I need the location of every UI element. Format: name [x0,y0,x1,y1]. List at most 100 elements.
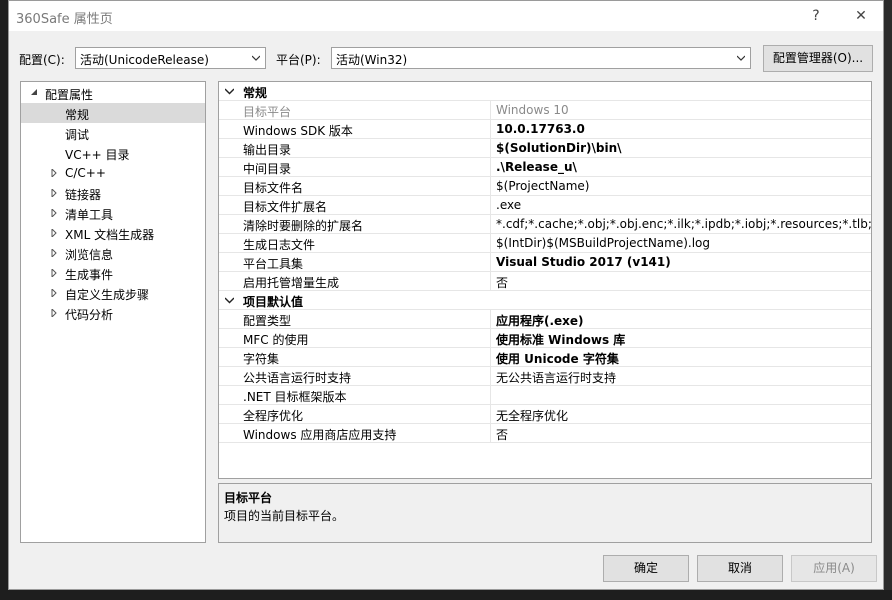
property-name: 字符集 [243,352,280,366]
help-button[interactable]: ? [805,5,827,27]
property-value[interactable]: 10.0.17763.0 [496,122,871,136]
column-divider [490,215,491,234]
collapse-chevron-icon[interactable] [225,296,234,305]
tree-item[interactable]: 浏览信息 [21,243,205,263]
property-row[interactable]: 平台工具集 Visual Studio 2017 (v141) [219,253,871,272]
window-title: 360Safe 属性页 [16,12,113,27]
property-name: 配置类型 [243,314,292,328]
tree-item[interactable]: 代码分析 [21,303,205,323]
property-value[interactable]: 使用 Unicode 字符集 [496,350,871,367]
tree-root-config-properties[interactable]: 配置属性 [21,83,205,103]
tree-item[interactable]: 调试 [21,123,205,143]
property-row[interactable]: 输出目录 $(SolutionDir)\bin\ [219,139,871,158]
property-row[interactable]: 清除时要删除的扩展名 *.cdf;*.cache;*.obj;*.obj.enc;… [219,215,871,234]
property-value[interactable]: Visual Studio 2017 (v141) [496,255,871,269]
tree-root-label: 配置属性 [45,88,94,102]
collapse-chevron-icon[interactable] [225,87,234,96]
tree-item[interactable]: XML 文档生成器 [21,223,205,243]
background-bottom-edge [0,590,892,600]
property-value[interactable]: $(IntDir)$(MSBuildProjectName).log [496,236,871,250]
category-header[interactable]: 项目默认值 [219,291,871,310]
tree-item-label: 生成事件 [65,268,114,282]
category-header[interactable]: 常规 [219,82,871,101]
property-name: .NET 目标框架版本 [243,390,347,404]
property-value[interactable]: $(SolutionDir)\bin\ [496,141,871,155]
property-row[interactable]: 目标文件名 $(ProjectName) [219,177,871,196]
platform-label: 平台(P): [276,53,321,67]
collapsed-arrow-icon[interactable] [50,289,58,297]
property-row[interactable]: 启用托管增量生成 否 [219,272,871,291]
property-value[interactable]: $(ProjectName) [496,179,871,193]
collapsed-arrow-icon[interactable] [50,249,58,257]
collapsed-arrow-icon[interactable] [50,269,58,277]
config-manager-button[interactable]: 配置管理器(O)... [763,45,873,72]
property-row[interactable]: Windows 应用商店应用支持 否 [219,424,871,443]
apply-button[interactable]: 应用(A) [791,555,877,582]
collapsed-arrow-icon[interactable] [50,169,58,177]
tree-item[interactable]: 常规 [21,103,205,123]
property-value[interactable]: Windows 10 [496,103,871,117]
property-row[interactable]: .NET 目标框架版本 [219,386,871,405]
category-title: 常规 [243,86,268,100]
column-divider [490,405,491,424]
property-row[interactable]: 配置类型 应用程序(.exe) [219,310,871,329]
property-value[interactable]: 无公共语言运行时支持 [496,369,871,386]
property-name: 目标文件名 [243,181,304,195]
config-label: 配置(C): [19,53,65,67]
property-row[interactable]: 目标平台 Windows 10 [219,101,871,120]
collapsed-arrow-icon[interactable] [50,229,58,237]
column-divider [490,329,491,348]
column-divider [490,196,491,215]
tree-item[interactable]: 自定义生成步骤 [21,283,205,303]
property-row[interactable]: 字符集 使用 Unicode 字符集 [219,348,871,367]
column-divider [490,234,491,253]
tree-item[interactable]: 清单工具 [21,203,205,223]
tree-item-label: 浏览信息 [65,248,114,262]
config-select[interactable]: 活动(UnicodeRelease) [75,47,266,69]
platform-select[interactable]: 活动(Win32) [331,47,751,69]
ok-button[interactable]: 确定 [603,555,689,582]
tree-item-label: 常规 [65,108,90,122]
property-row[interactable]: MFC 的使用 使用标准 Windows 库 [219,329,871,348]
property-value[interactable]: 否 [496,426,871,443]
property-name: 目标平台 [243,105,292,119]
close-button[interactable]: ✕ [850,5,872,27]
column-divider [490,253,491,272]
cancel-button[interactable]: 取消 [697,555,783,582]
property-row[interactable]: 中间目录 .\Release_u\ [219,158,871,177]
property-value[interactable]: 应用程序(.exe) [496,312,871,329]
column-divider [490,177,491,196]
property-row[interactable]: 目标文件扩展名 .exe [219,196,871,215]
tree-item[interactable]: VC++ 目录 [21,143,205,163]
property-value[interactable]: .\Release_u\ [496,160,871,174]
collapsed-arrow-icon[interactable] [50,189,58,197]
column-divider [490,386,491,405]
expanded-arrow-icon[interactable] [30,89,38,97]
tree-item[interactable]: C/C++ [21,163,205,183]
property-name: 公共语言运行时支持 [243,371,352,385]
property-value[interactable]: 使用标准 Windows 库 [496,331,871,348]
collapsed-arrow-icon[interactable] [50,209,58,217]
tree-item-label: 自定义生成步骤 [65,288,150,302]
property-value[interactable]: *.cdf;*.cache;*.obj;*.obj.enc;*.ilk;*.ip… [496,217,871,231]
chevron-down-icon [737,55,745,61]
tree-item[interactable]: 生成事件 [21,263,205,283]
tree-item[interactable]: 链接器 [21,183,205,203]
config-select-value: 活动(UnicodeRelease) [80,53,209,67]
property-row[interactable]: 公共语言运行时支持 无公共语言运行时支持 [219,367,871,386]
description-text: 项目的当前目标平台。 [224,509,345,523]
property-row[interactable]: 全程序优化 无全程序优化 [219,405,871,424]
property-name: 目标文件扩展名 [243,200,328,214]
collapsed-arrow-icon[interactable] [50,309,58,317]
property-name: 平台工具集 [243,257,304,271]
property-name: MFC 的使用 [243,333,309,347]
property-value[interactable]: 无全程序优化 [496,407,871,424]
property-name: 全程序优化 [243,409,304,423]
column-divider [490,272,491,291]
property-value[interactable]: .exe [496,198,871,212]
property-row[interactable]: Windows SDK 版本 10.0.17763.0 [219,120,871,139]
property-row[interactable]: 生成日志文件 $(IntDir)$(MSBuildProjectName).log [219,234,871,253]
description-panel: 目标平台 项目的当前目标平台。 [218,483,872,543]
property-value[interactable]: 否 [496,274,871,291]
tree-item-label: 代码分析 [65,308,114,322]
